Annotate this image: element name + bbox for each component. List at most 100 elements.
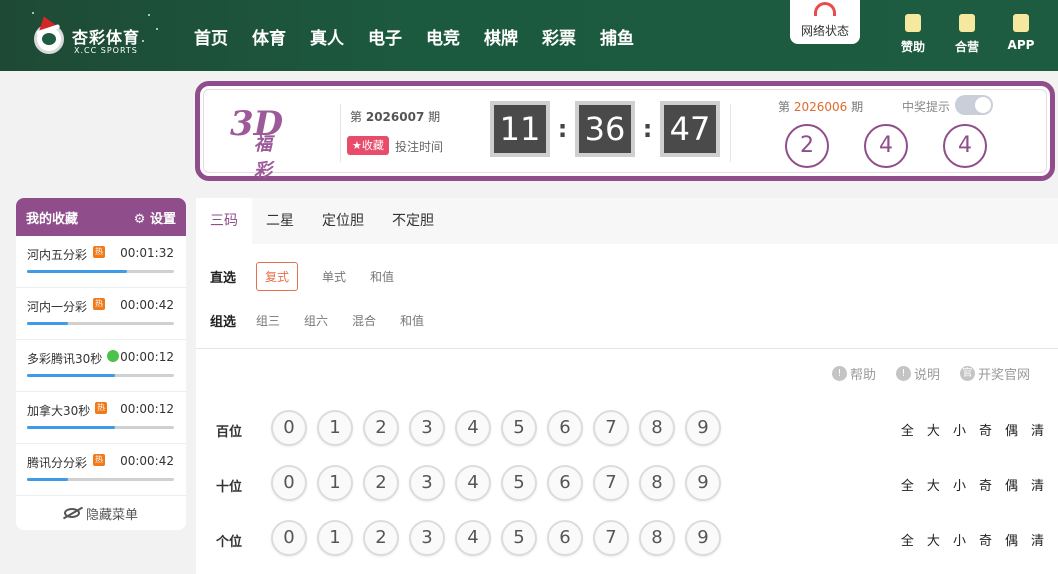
digit-ball[interactable]: 2 — [363, 520, 399, 556]
brand-logo[interactable]: 杏彩体育 X.CC SPORTS — [28, 10, 163, 60]
digit-ball[interactable]: 0 — [271, 410, 307, 446]
digit-ball[interactable]: 0 — [271, 465, 307, 501]
digit-ball[interactable]: 4 — [455, 410, 491, 446]
settings-button[interactable]: ⚙ 设置 — [134, 208, 176, 227]
nav-home[interactable]: 首页 — [194, 24, 228, 49]
favorite-button[interactable]: ★收藏 — [347, 136, 389, 155]
favorites-header: 我的收藏 ⚙ 设置 — [16, 198, 186, 236]
digit-ball[interactable]: 5 — [501, 520, 537, 556]
partner-link[interactable]: 合营 — [940, 14, 994, 55]
nav-lottery[interactable]: 彩票 — [542, 24, 576, 49]
nav-fishing[interactable]: 捕鱼 — [600, 24, 634, 49]
digit-ball[interactable]: 4 — [455, 520, 491, 556]
nav-esports[interactable]: 电竞 — [426, 24, 460, 49]
select-big-button[interactable]: 大 — [927, 475, 940, 494]
select-even-button[interactable]: 偶 — [1005, 530, 1018, 549]
progress-fill — [27, 478, 69, 481]
option-group-three[interactable]: 组三 — [256, 312, 280, 329]
tab-three-code[interactable]: 三码 — [196, 198, 252, 244]
clear-button[interactable]: 清 — [1031, 420, 1044, 439]
favorite-item[interactable]: 腾讯分分彩 热 00:00:42 — [16, 444, 186, 496]
select-big-button[interactable]: 大 — [927, 420, 940, 439]
favorites-title: 我的收藏 — [26, 211, 79, 227]
digit-ball[interactable]: 0 — [271, 520, 307, 556]
clear-button[interactable]: 清 — [1031, 475, 1044, 494]
digit-ball[interactable]: 3 — [409, 410, 445, 446]
digit-ball[interactable]: 9 — [685, 520, 721, 556]
digit-ball[interactable]: 6 — [547, 465, 583, 501]
favorite-item[interactable]: 加拿大30秒 热 00:00:12 — [16, 392, 186, 444]
digit-ball[interactable]: 5 — [501, 465, 537, 501]
digit-ball[interactable]: 1 — [317, 410, 353, 446]
app-link[interactable]: APP — [994, 14, 1048, 55]
hide-menu-label: 隐藏菜单 — [85, 507, 138, 523]
digit-ball[interactable]: 3 — [409, 520, 445, 556]
last-issue-number: 2026006 — [793, 100, 848, 114]
lottery-logo: 3D 福彩 — [230, 104, 283, 181]
nav-cards[interactable]: 棋牌 — [484, 24, 518, 49]
prize-tip-toggle[interactable] — [955, 95, 993, 115]
favorite-item[interactable]: 河内一分彩 热 00:00:42 — [16, 288, 186, 340]
digit-ball[interactable]: 9 — [685, 410, 721, 446]
digit-ball[interactable]: 7 — [593, 465, 629, 501]
select-all-button[interactable]: 全 — [901, 420, 914, 439]
digit-ball[interactable]: 8 — [639, 465, 675, 501]
nav-live-casino[interactable]: 真人 — [310, 24, 344, 49]
progress-bar — [27, 478, 174, 481]
official-icon: 官 — [959, 366, 975, 381]
digit-ball[interactable]: 9 — [685, 465, 721, 501]
option-mixed[interactable]: 混合 — [352, 312, 376, 329]
option-single[interactable]: 单式 — [322, 268, 346, 285]
sponsor-label: 赞助 — [900, 40, 925, 54]
digit-ball[interactable]: 3 — [409, 465, 445, 501]
rules-link[interactable]: ! 说明 — [895, 364, 940, 383]
tab-non-positional[interactable]: 不定胆 — [378, 198, 448, 244]
tab-positional[interactable]: 定位胆 — [308, 198, 378, 244]
progress-fill — [27, 322, 69, 325]
select-small-button[interactable]: 小 — [953, 475, 966, 494]
clear-button[interactable]: 清 — [1031, 530, 1044, 549]
select-all-button[interactable]: 全 — [901, 475, 914, 494]
option-compound[interactable]: 复式 — [256, 262, 299, 291]
digit-ball[interactable]: 4 — [455, 465, 491, 501]
result-ball: 2 — [785, 124, 829, 168]
nav-slots[interactable]: 电子 — [368, 24, 402, 49]
digit-controls: 全大小奇偶清 — [888, 420, 1044, 439]
digit-ball[interactable]: 8 — [639, 520, 675, 556]
option-group-sum[interactable]: 和值 — [400, 312, 424, 329]
option-group-six[interactable]: 组六 — [304, 312, 328, 329]
digit-ball[interactable]: 2 — [363, 410, 399, 446]
select-odd-button[interactable]: 奇 — [979, 530, 992, 549]
network-status-button[interactable]: 网络状态 — [790, 0, 860, 44]
partner-icon — [959, 14, 975, 32]
select-even-button[interactable]: 偶 — [1005, 475, 1018, 494]
select-small-button[interactable]: 小 — [953, 530, 966, 549]
hot-badge-icon: 热 — [93, 454, 105, 466]
select-small-button[interactable]: 小 — [953, 420, 966, 439]
digit-ball[interactable]: 1 — [317, 465, 353, 501]
digit-ball[interactable]: 1 — [317, 520, 353, 556]
digit-ball[interactable]: 6 — [547, 410, 583, 446]
betting-area: 三码 二星 定位胆 不定胆 直选 复式 单式 和值 组选 组三 组六 混合 和值… — [196, 198, 1058, 574]
select-odd-button[interactable]: 奇 — [979, 475, 992, 494]
digit-ball[interactable]: 2 — [363, 465, 399, 501]
digit-ball[interactable]: 8 — [639, 410, 675, 446]
sponsor-link[interactable]: 赞助 — [886, 14, 940, 55]
help-link[interactable]: ! 帮助 — [831, 364, 876, 383]
digit-ball[interactable]: 5 — [501, 410, 537, 446]
digit-row-hundreds: 百位 0123456789 全大小奇偶清 — [196, 409, 1058, 449]
official-site-link[interactable]: 官开奖官网 — [959, 364, 1030, 383]
select-all-button[interactable]: 全 — [901, 530, 914, 549]
tab-two-star[interactable]: 二星 — [252, 198, 308, 244]
favorite-item[interactable]: 河内五分彩 热 00:01:32 — [16, 236, 186, 288]
select-big-button[interactable]: 大 — [927, 530, 940, 549]
option-sum[interactable]: 和值 — [370, 268, 394, 285]
digit-ball[interactable]: 6 — [547, 520, 583, 556]
select-odd-button[interactable]: 奇 — [979, 420, 992, 439]
digit-ball[interactable]: 7 — [593, 410, 629, 446]
nav-sports[interactable]: 体育 — [252, 24, 286, 49]
hide-menu-button[interactable]: 隐藏菜单 — [16, 496, 186, 530]
select-even-button[interactable]: 偶 — [1005, 420, 1018, 439]
favorite-item[interactable]: 多彩腾讯30秒 00:00:12 — [16, 340, 186, 392]
digit-ball[interactable]: 7 — [593, 520, 629, 556]
